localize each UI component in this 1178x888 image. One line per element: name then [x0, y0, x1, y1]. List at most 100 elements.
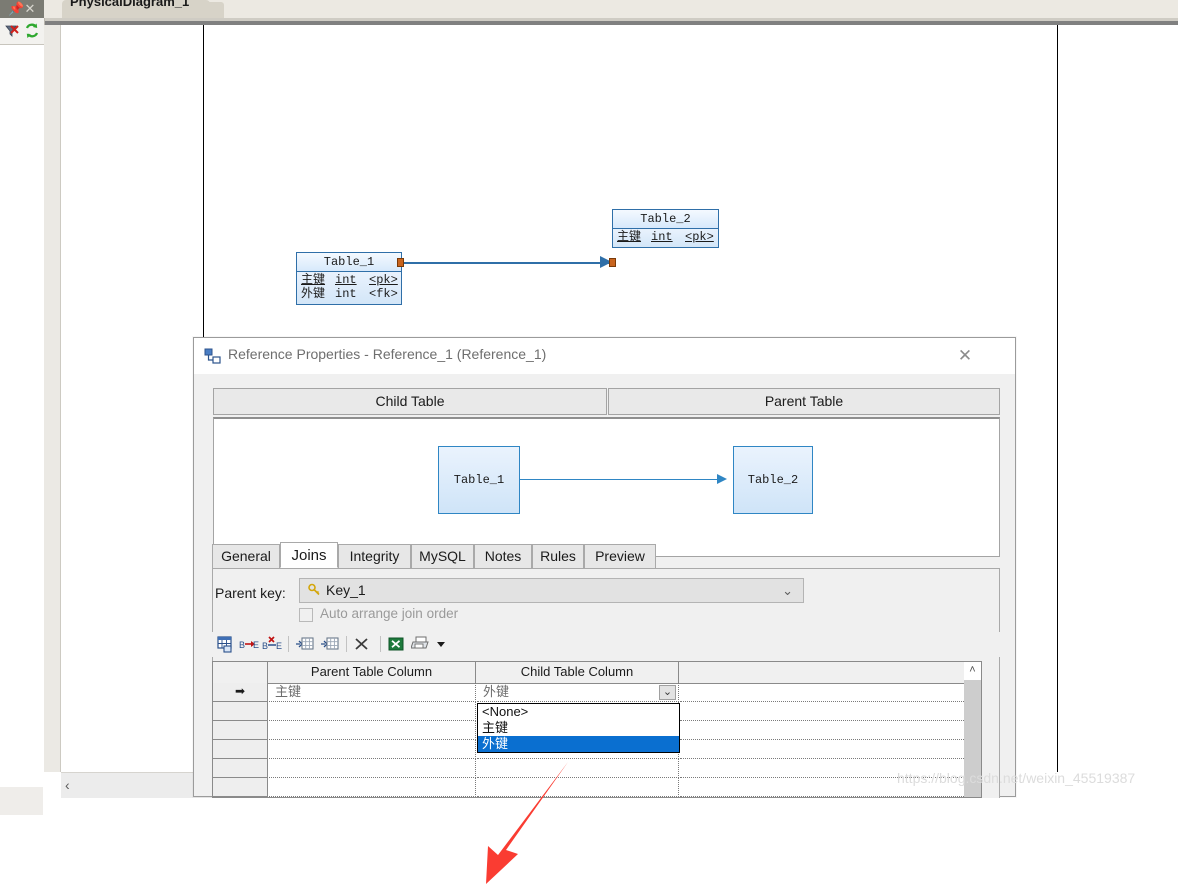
close-button[interactable]: ✕ [942, 338, 988, 374]
maximize-button[interactable] [894, 338, 940, 374]
chevron-down-icon[interactable]: ⌄ [782, 583, 793, 599]
svg-text:E: E [253, 640, 259, 650]
cell-child-column[interactable] [477, 778, 679, 797]
table-row: 主键 int <pk> [301, 273, 398, 287]
cell-filler [680, 721, 964, 740]
grid-header-row: Parent Table Column Child Table Column [213, 662, 981, 684]
remove-join-icon[interactable]: B E [262, 634, 282, 654]
delete-filter-icon[interactable] [3, 22, 21, 40]
svg-text:B: B [262, 641, 268, 651]
column-key: <pk> [685, 230, 714, 244]
relationship-anchor-source[interactable] [397, 258, 404, 267]
chevron-down-icon[interactable]: ⌄ [659, 685, 676, 700]
document-tab-label: PhysicalDiagram_1 [70, 0, 190, 9]
diagram-table-1[interactable]: Table_1 主键 int <pk> 外键 int <fk> [296, 252, 402, 305]
auto-arrange-checkbox[interactable] [299, 608, 313, 622]
cell-child-column[interactable] [477, 759, 679, 778]
cell-parent-column[interactable] [269, 759, 476, 778]
tab-general[interactable]: General [212, 544, 280, 569]
diagram-table-2-title: Table_2 [613, 210, 718, 229]
dropdown-option-none[interactable]: <None> [478, 704, 679, 720]
delete-row-icon[interactable] [352, 634, 372, 654]
table-row[interactable]: ➡ 主键 外键 ⌄ [213, 683, 964, 702]
column-type: int [335, 273, 357, 287]
relationship-line[interactable] [402, 262, 614, 264]
insert-columns-icon[interactable] [216, 634, 236, 654]
toolbar-separator [380, 636, 381, 652]
left-tool-panel [0, 18, 45, 815]
document-tab-next[interactable] [206, 2, 224, 18]
parent-table-header[interactable]: Parent Table [608, 388, 1000, 415]
add-join-icon[interactable]: B E [239, 634, 259, 654]
column-key: <fk> [369, 287, 398, 301]
cell-parent-column[interactable] [269, 721, 476, 740]
print-icon[interactable] [410, 634, 431, 654]
left-panel-body [0, 45, 43, 787]
cell-filler [680, 702, 964, 721]
tab-integrity[interactable]: Integrity [338, 544, 411, 569]
scroll-up-icon[interactable]: ˄ [964, 662, 981, 679]
row-marker [213, 721, 268, 740]
cell-filler [680, 683, 964, 702]
document-tab-physicaldiagram[interactable]: PhysicalDiagram_1 [62, 0, 210, 18]
left-panel-toolbar [0, 18, 44, 45]
dropdown-option-foreign-key[interactable]: 外键 [478, 736, 679, 752]
cell-parent-column[interactable] [269, 778, 476, 797]
parent-key-value: Key_1 [326, 582, 366, 598]
column-name: 主键 [617, 230, 642, 244]
dialog-tab-strip: General Joins Integrity MySQL Notes Rule… [212, 542, 1000, 569]
cell-parent-column[interactable]: 主键 [269, 683, 476, 702]
cell-parent-column[interactable] [269, 702, 476, 721]
tab-joins[interactable]: Joins [280, 542, 338, 568]
relationship-preview: Table_1 Table_2 [213, 417, 1000, 557]
pin-icon[interactable]: 📌 [8, 2, 24, 16]
relationship-anchor-target[interactable] [609, 258, 616, 267]
print-dropdown-icon[interactable] [432, 634, 452, 654]
row-marker [213, 702, 268, 721]
table-row[interactable] [213, 778, 964, 797]
column-name: 外键 [301, 287, 326, 301]
joins-grid: Parent Table Column Child Table Column ➡… [212, 661, 982, 798]
tab-preview[interactable]: Preview [584, 544, 656, 569]
diagram-table-1-title: Table_1 [297, 253, 401, 272]
dropdown-option-primary-key[interactable]: 主键 [478, 720, 679, 736]
tab-mysql[interactable]: MySQL [411, 544, 474, 569]
add-row-icon[interactable] [320, 634, 340, 654]
insert-row-icon[interactable] [295, 634, 315, 654]
column-type: int [335, 287, 357, 301]
row-marker [213, 740, 268, 759]
export-excel-icon[interactable] [386, 634, 406, 654]
tab-rules[interactable]: Rules [532, 544, 584, 569]
cell-parent-column[interactable] [269, 740, 476, 759]
parent-key-select[interactable]: Key_1 ⌄ [299, 578, 804, 603]
reference-properties-icon [204, 348, 222, 366]
diagram-table-2[interactable]: Table_2 主键 int <pk> [612, 209, 719, 248]
child-column-dropdown-list[interactable]: <None> 主键 外键 [477, 703, 680, 753]
application-root: 📌 ✕ PhysicalDiagram_1 Table_1 主键 int <pk… [0, 0, 1178, 884]
scroll-left-icon[interactable]: ‹ [65, 778, 70, 792]
table-row[interactable] [213, 759, 964, 778]
preview-parent-table[interactable]: Table_2 [733, 446, 813, 514]
grid-header-parent-table-column[interactable]: Parent Table Column [268, 662, 476, 683]
cell-child-column[interactable]: 外键 ⌄ [477, 683, 679, 702]
svg-text:B: B [239, 640, 245, 650]
table-row: 外键 int <fk> [301, 287, 398, 301]
table-row: 主键 int <pk> [617, 230, 714, 244]
refresh-icon[interactable] [23, 22, 41, 40]
parent-key-label: Parent key: [215, 585, 286, 601]
tab-notes[interactable]: Notes [474, 544, 532, 569]
close-icon[interactable]: ✕ [24, 2, 36, 16]
left-panel-footer [0, 787, 43, 815]
reference-properties-dialog: Reference Properties - Reference_1 (Refe… [193, 337, 1016, 884]
column-type: int [651, 230, 673, 244]
grid-header-child-table-column[interactable]: Child Table Column [476, 662, 679, 683]
minimize-button[interactable] [846, 338, 892, 374]
cell-filler [680, 740, 964, 759]
child-table-header[interactable]: Child Table [213, 388, 607, 415]
preview-child-table[interactable]: Table_1 [438, 446, 520, 514]
auto-arrange-row[interactable]: Auto arrange join order [299, 606, 599, 626]
row-marker [213, 778, 268, 797]
watermark: https://blog.csdn.net/weixin_45519387 [897, 770, 1136, 786]
grid-toolbar: B E B E [212, 632, 1000, 657]
diagram-table-1-columns: 主键 int <pk> 外键 int <fk> [297, 272, 401, 304]
